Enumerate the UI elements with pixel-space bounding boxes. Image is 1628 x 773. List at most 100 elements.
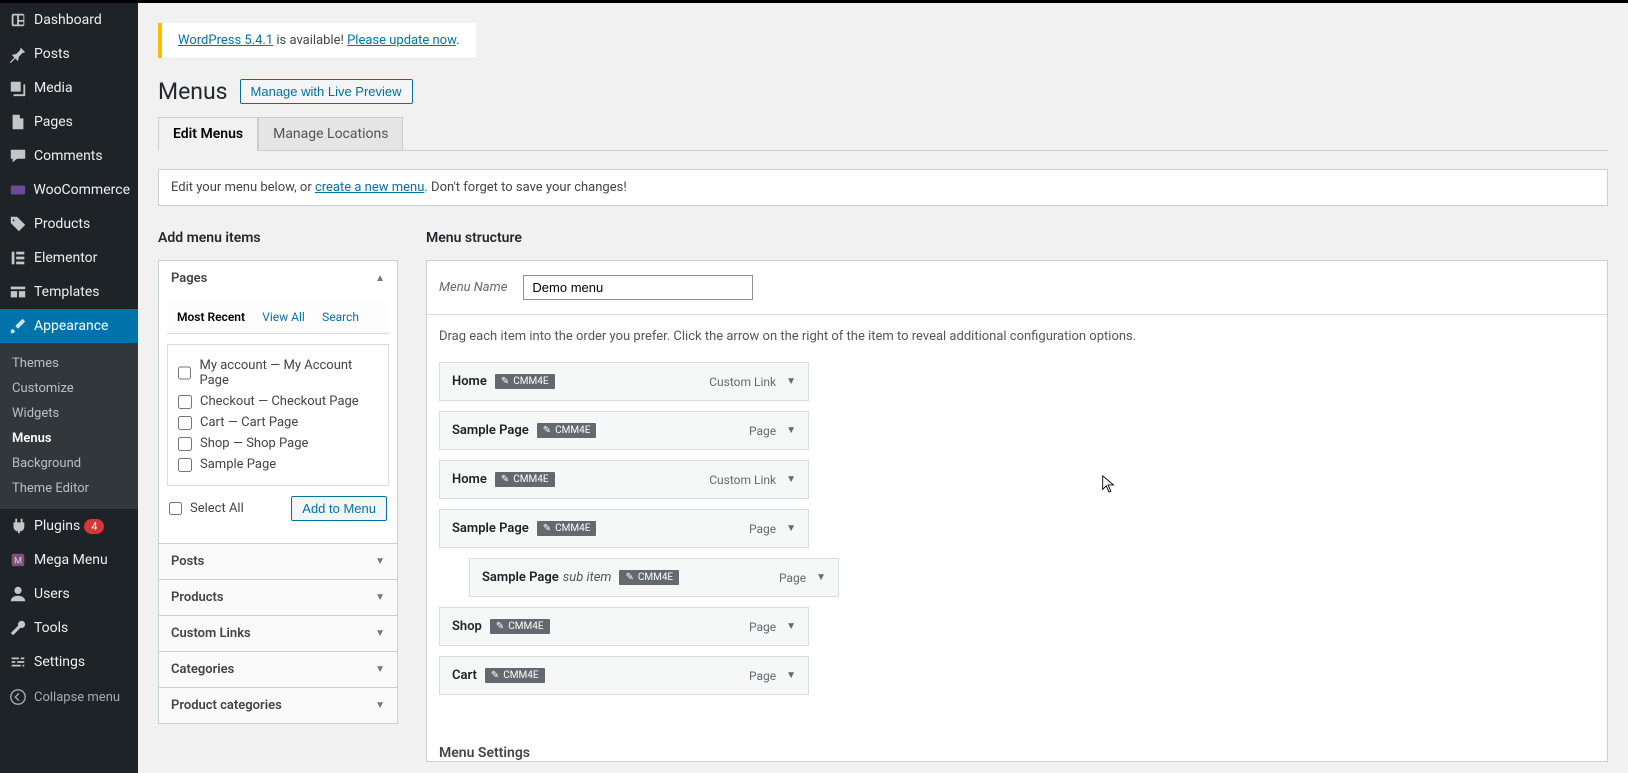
subtab-recent[interactable]: Most Recent <box>177 310 245 324</box>
menu-item[interactable]: Shop✎CMM4EPage▼ <box>439 607 809 646</box>
sub-item-themes[interactable]: Themes <box>0 351 138 376</box>
sidebar-item-comments[interactable]: Comments <box>0 139 138 173</box>
select-all-row[interactable]: Select All <box>169 501 244 516</box>
pencil-icon: ✎ <box>496 621 504 632</box>
menu-header: Menu Name <box>427 261 1607 315</box>
sidebar-item-tools[interactable]: Tools <box>0 611 138 645</box>
expand-icon[interactable]: ▼ <box>786 621 796 632</box>
checkbox[interactable] <box>178 458 192 472</box>
menu-item[interactable]: Sample Page✎CMM4EPage▼ <box>439 411 809 450</box>
cmm4e-chip[interactable]: ✎CMM4E <box>485 668 545 683</box>
update-badge: 4 <box>84 519 104 534</box>
subtab-viewall[interactable]: View All <box>262 310 305 324</box>
sub-item-widgets[interactable]: Widgets <box>0 401 138 426</box>
menu-item-title: Shop <box>452 619 482 634</box>
collapse-label: Collapse menu <box>34 690 120 705</box>
accordion-categories-header[interactable]: Categories▼ <box>159 651 397 687</box>
sidebar-item-label: Pages <box>34 114 73 130</box>
pages-checklist: My account — My Account Page Checkout — … <box>167 344 389 486</box>
tab-edit-menus[interactable]: Edit Menus <box>158 117 258 151</box>
sidebar-item-label: Templates <box>34 284 100 300</box>
sub-item-customize[interactable]: Customize <box>0 376 138 401</box>
menu-item[interactable]: Sample Page sub item✎CMM4EPage▼ <box>469 558 839 597</box>
menu-item[interactable]: Sample Page✎CMM4EPage▼ <box>439 509 809 548</box>
cmm4e-chip[interactable]: ✎CMM4E <box>490 619 550 634</box>
menu-item-type: Page <box>749 424 776 438</box>
pencil-icon: ✎ <box>543 425 551 436</box>
collapse-menu[interactable]: Collapse menu <box>0 679 138 715</box>
wp-version-link[interactable]: WordPress 5.4.1 <box>178 33 273 48</box>
accordion-productcats-header[interactable]: Product categories▼ <box>159 687 397 723</box>
subtab-search[interactable]: Search <box>322 310 359 324</box>
page-check-myaccount[interactable]: My account — My Account Page <box>178 355 378 391</box>
accordion-pages-header[interactable]: Pages ▲ <box>159 261 397 296</box>
menu-body: Drag each item into the order you prefer… <box>427 315 1607 729</box>
expand-icon[interactable]: ▼ <box>786 670 796 681</box>
menu-item-type: Custom Link <box>709 375 776 389</box>
menu-item[interactable]: Cart✎CMM4EPage▼ <box>439 656 809 695</box>
cmm4e-chip[interactable]: ✎CMM4E <box>537 423 597 438</box>
user-icon <box>8 584 28 604</box>
page-check-cart[interactable]: Cart — Cart Page <box>178 412 378 433</box>
menu-name-input[interactable] <box>523 275 753 300</box>
checkbox[interactable] <box>178 437 192 451</box>
sidebar-item-elementor[interactable]: Elementor <box>0 241 138 275</box>
media-icon <box>8 78 28 98</box>
collapse-icon <box>8 687 28 707</box>
expand-icon[interactable]: ▼ <box>816 572 826 583</box>
expand-icon[interactable]: ▼ <box>786 376 796 387</box>
sub-item-menus[interactable]: Menus <box>0 426 138 451</box>
nag-mid: is available! <box>273 33 347 48</box>
sub-item-background[interactable]: Background <box>0 451 138 476</box>
accordion-pages-body: Most Recent View All Search My account —… <box>159 302 397 543</box>
menu-item[interactable]: Home✎CMM4ECustom Link▼ <box>439 362 809 401</box>
accordion-posts-header[interactable]: Posts▼ <box>159 543 397 579</box>
pencil-icon: ✎ <box>501 376 509 387</box>
cmm4e-chip[interactable]: ✎CMM4E <box>619 570 679 585</box>
accordion-products-header[interactable]: Products▼ <box>159 579 397 615</box>
sidebar-item-dashboard[interactable]: Dashboard <box>0 3 138 37</box>
products-icon <box>8 214 28 234</box>
page-check-shop[interactable]: Shop — Shop Page <box>178 433 378 454</box>
sidebar-item-pages[interactable]: Pages <box>0 105 138 139</box>
expand-icon[interactable]: ▼ <box>786 523 796 534</box>
update-now-link[interactable]: Please update now <box>347 33 456 48</box>
sidebar-item-media[interactable]: Media <box>0 71 138 105</box>
select-all-checkbox[interactable] <box>169 502 182 515</box>
cmm4e-chip[interactable]: ✎CMM4E <box>537 521 597 536</box>
sidebar-item-templates[interactable]: Templates <box>0 275 138 309</box>
sidebar-item-users[interactable]: Users <box>0 577 138 611</box>
menu-item[interactable]: Home✎CMM4ECustom Link▼ <box>439 460 809 499</box>
checkbox[interactable] <box>178 416 192 430</box>
tab-manage-locations[interactable]: Manage Locations <box>258 117 403 150</box>
cmm4e-chip[interactable]: ✎CMM4E <box>495 472 555 487</box>
brush-icon <box>8 316 28 336</box>
page-check-sample[interactable]: Sample Page <box>178 454 378 475</box>
sidebar-item-woocommerce[interactable]: WooCommerce <box>0 173 138 207</box>
sidebar-item-products[interactable]: Products <box>0 207 138 241</box>
checkbox[interactable] <box>178 366 191 380</box>
checkbox[interactable] <box>178 395 192 409</box>
sidebar-item-posts[interactable]: Posts <box>0 37 138 71</box>
sidebar-item-label: Elementor <box>34 250 97 266</box>
caret-down-icon: ▼ <box>375 556 385 567</box>
drag-hint: Drag each item into the order you prefer… <box>439 329 1595 344</box>
pencil-icon: ✎ <box>625 572 633 583</box>
add-items-heading: Add menu items <box>158 230 398 246</box>
sidebar-item-settings[interactable]: Settings <box>0 645 138 679</box>
page-check-checkout[interactable]: Checkout — Checkout Page <box>178 391 378 412</box>
sub-item-theme-editor[interactable]: Theme Editor <box>0 476 138 501</box>
live-preview-button[interactable]: Manage with Live Preview <box>240 79 413 104</box>
update-nag: WordPress 5.4.1 is available! Please upd… <box>158 23 476 58</box>
expand-icon[interactable]: ▼ <box>786 425 796 436</box>
info-pre: Edit your menu below, or <box>171 180 315 195</box>
sidebar-item-plugins[interactable]: Plugins 4 <box>0 509 138 543</box>
create-menu-link[interactable]: create a new menu <box>315 180 424 195</box>
expand-icon[interactable]: ▼ <box>786 474 796 485</box>
cmm4e-chip[interactable]: ✎CMM4E <box>495 374 555 389</box>
accordion-customlinks-header[interactable]: Custom Links▼ <box>159 615 397 651</box>
sidebar-item-megamenu[interactable]: M Mega Menu <box>0 543 138 577</box>
add-to-menu-button[interactable]: Add to Menu <box>291 496 387 521</box>
sidebar-item-appearance[interactable]: Appearance <box>0 309 138 343</box>
elementor-icon <box>8 248 28 268</box>
